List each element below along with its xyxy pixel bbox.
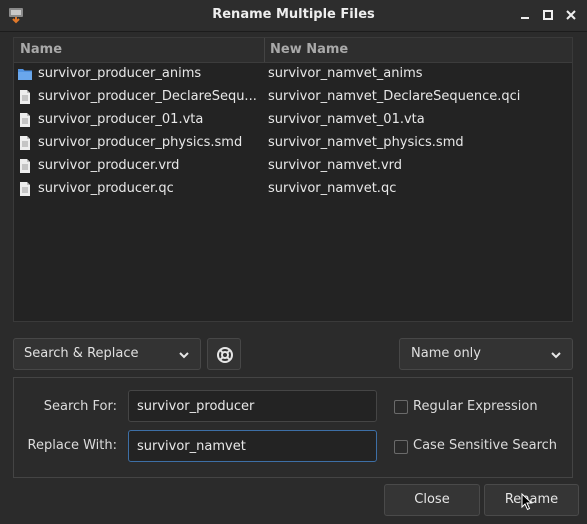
scope-select[interactable]: Name only [399,338,573,370]
new-name-cell: survivor_namvet_01.vta [268,112,425,127]
document-icon [20,136,30,150]
document-icon [20,90,30,104]
table-row[interactable]: survivor_producer_anims survivor_namvet_a… [14,63,572,86]
case-sensitive-checkbox[interactable] [394,440,408,454]
document-icon [20,182,30,196]
table-row[interactable]: survivor_producer_01.vta survivor_namvet_… [14,109,572,132]
regex-label: Regular Expression [413,399,538,414]
lifebuoy-icon [217,347,233,363]
mouse-pointer-icon [521,493,533,511]
list-rows: survivor_producer_anims survivor_namvet_a… [14,63,572,201]
table-row[interactable]: survivor_producer_physics.smd survivor_na… [14,132,572,155]
file-list[interactable]: Name New Name survivor_producer_anims sur… [13,37,573,322]
close-icon [566,10,576,20]
search-for-label: Search For: [43,399,117,414]
folder-icon [18,69,32,80]
window-title: Rename Multiple Files [212,7,375,22]
new-name-cell: survivor_namvet_physics.smd [268,135,464,150]
column-divider[interactable] [264,38,265,62]
list-header: Name New Name [14,38,572,63]
chevron-down-icon [179,352,189,359]
original-name-cell: survivor_producer.vrd [38,158,180,173]
chevron-down-icon [551,352,561,359]
new-name-cell: survivor_namvet.vrd [268,158,403,173]
new-name-cell: survivor_namvet.qc [268,181,397,196]
table-row[interactable]: survivor_producer.qc survivor_namvet.qc [14,178,572,201]
document-icon [20,159,30,173]
column-header-name[interactable]: Name [20,42,62,57]
original-name-cell: survivor_producer_physics.smd [38,135,243,150]
options-group: Search For: Regular Expression Replace W… [13,377,573,478]
original-name-cell: survivor_producer_01.vta [38,112,204,127]
help-button[interactable] [207,338,241,370]
replace-with-label: Replace With: [27,438,117,453]
search-for-input[interactable] [129,391,376,421]
replace-field-box [128,430,377,462]
regex-checkbox[interactable] [394,400,408,414]
maximize-button[interactable] [540,7,556,23]
close-button[interactable]: Close [384,484,480,516]
maximize-icon [543,10,553,20]
original-name-cell: survivor_producer_DeclareSequ... [38,89,257,104]
mode-select-value: Search & Replace [24,346,139,361]
title-bar: Rename Multiple Files [0,0,587,32]
table-row[interactable]: survivor_producer_DeclareSequ... survivor… [14,86,572,109]
original-name-cell: survivor_producer.qc [38,181,174,196]
case-sensitive-label: Case Sensitive Search [413,438,558,453]
document-icon [20,113,30,127]
replace-with-input[interactable] [129,431,376,461]
column-header-new-name[interactable]: New Name [270,42,348,57]
minimize-icon [521,17,529,19]
search-field-box [128,390,377,422]
mode-select[interactable]: Search & Replace [13,338,201,370]
new-name-cell: survivor_namvet_DeclareSequence.qci [268,89,521,104]
original-name-cell: survivor_producer_anims [38,66,202,81]
minimize-button[interactable] [517,7,533,23]
scope-select-value: Name only [411,346,481,361]
close-window-button[interactable] [563,7,579,23]
new-name-cell: survivor_namvet_anims [268,66,423,81]
table-row[interactable]: survivor_producer.vrd survivor_namvet.vrd [14,155,572,178]
